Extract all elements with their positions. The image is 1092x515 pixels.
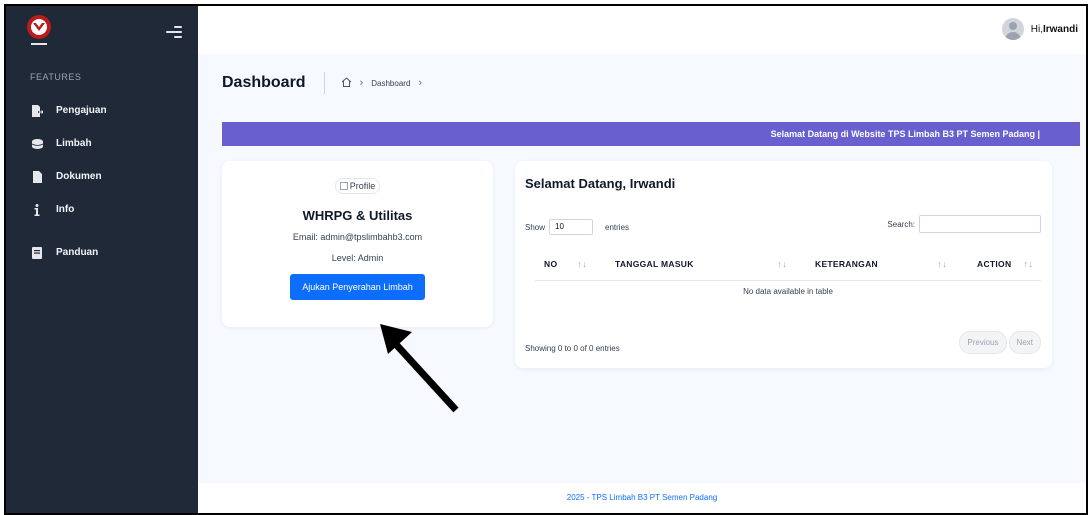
footer: 2025 - TPS Limbah B3 PT Semen Padang bbox=[198, 483, 1086, 513]
page-title: Dashboard bbox=[222, 74, 306, 91]
sidebar-item-dokumen[interactable]: Dokumen bbox=[6, 160, 198, 193]
entries-label: entries bbox=[605, 222, 630, 232]
previous-button[interactable]: Previous bbox=[959, 331, 1007, 354]
show-label: Show bbox=[525, 222, 546, 232]
logo-icon bbox=[24, 14, 54, 50]
top-bar: Hi, Irwandi bbox=[198, 6, 1086, 54]
marquee-text: Selamat Datang di Website TPS Limbah B3 … bbox=[770, 129, 1040, 139]
pagination: Previous Next bbox=[959, 331, 1041, 354]
next-button[interactable]: Next bbox=[1008, 331, 1041, 354]
search-label: Search: bbox=[887, 219, 915, 229]
sidebar-item-info[interactable]: Info bbox=[6, 193, 198, 226]
welcome-marquee: Selamat Datang di Website TPS Limbah B3 … bbox=[222, 122, 1080, 146]
sidebar: FEATURES Pengajuan Limbah Dokumen Info P… bbox=[6, 6, 198, 513]
main-content: Dashboard › Dashboard › Selamat Datang d… bbox=[198, 54, 1086, 513]
sort-icon: ↑↓ bbox=[1023, 258, 1033, 269]
card-title: Selamat Datang, Irwandi bbox=[525, 176, 676, 191]
profile-card: Profile WHRPG & Utilitas Email: admin@tp… bbox=[222, 161, 493, 327]
entries-select[interactable]: 10 bbox=[549, 219, 594, 235]
breadcrumb-item[interactable]: Dashboard bbox=[371, 79, 410, 88]
sidebar-item-label: Info bbox=[56, 204, 75, 215]
entries-length-control: Show 10 entries bbox=[525, 219, 629, 235]
broken-image-icon bbox=[339, 182, 348, 190]
sidebar-toggle-icon[interactable] bbox=[166, 23, 184, 41]
column-header-keterangan[interactable]: KETERANGAN ↑↓ bbox=[795, 247, 955, 280]
app-window: FEATURES Pengajuan Limbah Dokumen Info P… bbox=[4, 4, 1088, 515]
home-icon[interactable] bbox=[341, 77, 352, 89]
user-name: Irwandi bbox=[1042, 23, 1078, 35]
document-icon bbox=[30, 170, 44, 183]
sidebar-item-label: Panduan bbox=[56, 247, 99, 258]
user-greeting: Hi, bbox=[1030, 23, 1043, 35]
sort-icon: ↑↓ bbox=[937, 258, 947, 269]
breadcrumb: › Dashboard › bbox=[341, 77, 422, 89]
user-menu[interactable]: Hi, Irwandi bbox=[1001, 18, 1078, 40]
chevron-right-icon: › bbox=[418, 77, 423, 89]
book-icon bbox=[30, 246, 44, 259]
column-header-tanggal-masuk[interactable]: TANGGAL MASUK ↑↓ bbox=[595, 247, 795, 280]
sidebar-item-label: Pengajuan bbox=[56, 105, 107, 116]
header-divider bbox=[323, 72, 325, 94]
sidebar-item-panduan[interactable]: Panduan bbox=[6, 236, 198, 269]
search-control: Search: bbox=[887, 215, 1041, 233]
profile-image: Profile bbox=[334, 178, 381, 194]
database-icon bbox=[30, 138, 44, 149]
sidebar-section-label: FEATURES bbox=[30, 72, 82, 82]
page-header: Dashboard › Dashboard › bbox=[222, 72, 422, 94]
profile-email: Email: admin@tpslimbahb3.com bbox=[292, 232, 423, 242]
table-empty-row: No data available in table bbox=[743, 287, 833, 296]
column-header-action[interactable]: ACTION ↑↓ bbox=[955, 247, 1041, 280]
sort-icon: ↑↓ bbox=[577, 258, 587, 269]
profile-name: WHRPG & Utilitas bbox=[302, 208, 413, 223]
profile-image-alt: Profile bbox=[349, 181, 376, 191]
table-info: Showing 0 to 0 of 0 entries bbox=[525, 344, 620, 353]
avatar bbox=[1001, 18, 1024, 40]
info-icon bbox=[30, 203, 44, 216]
column-header-no[interactable]: NO ↑↓ bbox=[535, 247, 595, 280]
search-input[interactable] bbox=[919, 215, 1041, 233]
sidebar-item-label: Limbah bbox=[56, 138, 92, 149]
file-arrow-icon bbox=[30, 104, 44, 117]
profile-level: Level: Admin bbox=[331, 253, 384, 263]
brand-bar bbox=[6, 6, 198, 58]
sidebar-item-label: Dokumen bbox=[56, 171, 102, 182]
arrow-annotation-icon bbox=[380, 324, 459, 413]
sidebar-item-pengajuan[interactable]: Pengajuan bbox=[6, 94, 198, 127]
table-header: NO ↑↓ TANGGAL MASUK ↑↓ KETERANGAN ↑↓ ACT… bbox=[535, 247, 1041, 281]
chevron-right-icon: › bbox=[359, 77, 364, 89]
submit-waste-button[interactable]: Ajukan Penyerahan Limbah bbox=[290, 274, 425, 300]
footer-text: 2025 - TPS Limbah B3 PT Semen Padang bbox=[566, 493, 718, 502]
sort-icon: ↑↓ bbox=[777, 258, 787, 269]
sidebar-item-limbah[interactable]: Limbah bbox=[6, 127, 198, 160]
submissions-card: Selamat Datang, Irwandi Show 10 entries … bbox=[515, 161, 1052, 368]
